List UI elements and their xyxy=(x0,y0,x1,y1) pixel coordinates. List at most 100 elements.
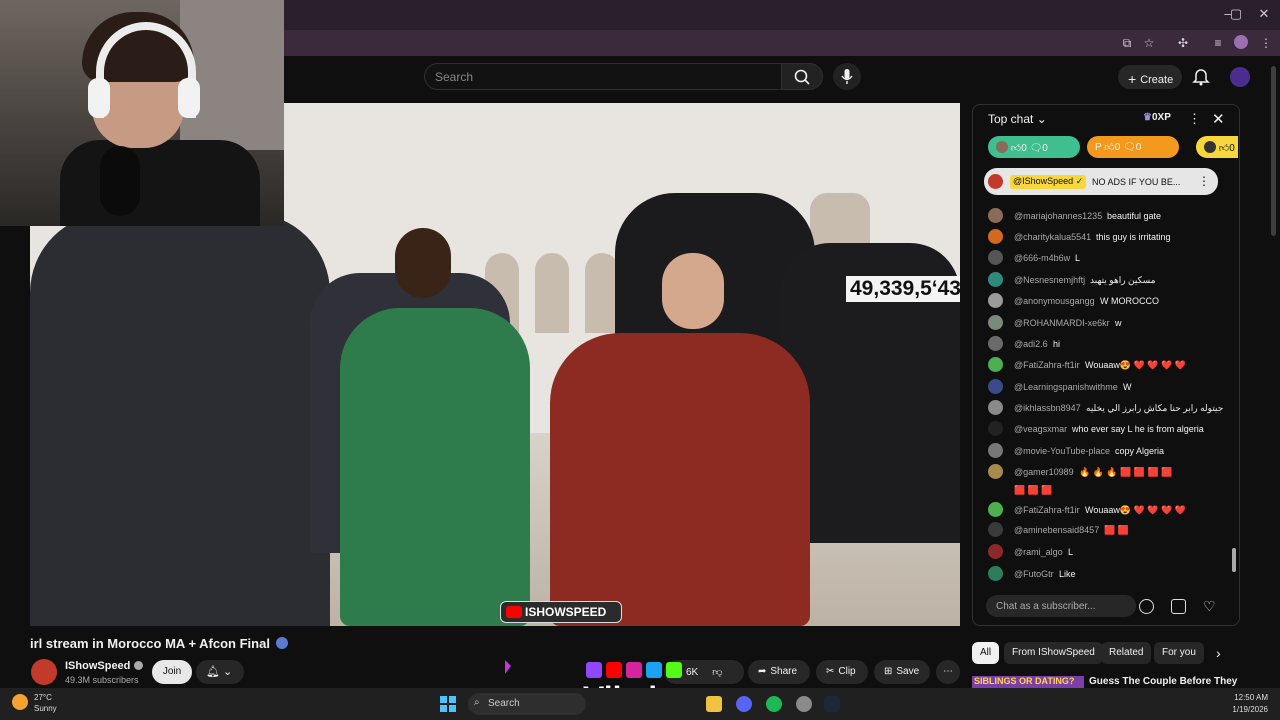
extensions-icon[interactable]: ✣ xyxy=(1175,35,1191,51)
chat-avatar[interactable] xyxy=(988,208,1003,223)
chat-author[interactable]: @Nesnesnemjhftj xyxy=(1014,274,1085,286)
chat-author[interactable]: @FatiZahra-ft1ir xyxy=(1014,504,1080,516)
clip-button[interactable]: ✂ Clip xyxy=(816,660,868,684)
super-chat-icon[interactable] xyxy=(1171,599,1186,614)
chat-avatar[interactable] xyxy=(988,229,1003,244)
discord-icon[interactable] xyxy=(736,696,752,712)
chip-for-you[interactable]: For you xyxy=(1154,642,1204,664)
notifications-button[interactable] xyxy=(1192,66,1210,86)
taskbar-search[interactable]: ⌕ Search xyxy=(468,693,586,715)
chip-related[interactable]: Related xyxy=(1101,642,1152,664)
chat-input[interactable]: Chat as a subscriber... xyxy=(986,595,1136,617)
chip-all[interactable]: All xyxy=(972,642,1000,664)
spotify-icon[interactable] xyxy=(766,696,782,712)
emoji-icon[interactable] xyxy=(1139,599,1154,614)
save-button[interactable]: ⊞ Save xyxy=(874,660,930,684)
chat-author[interactable]: @FutoGtr xyxy=(1014,568,1054,580)
cast-icon[interactable]: ⧉ xyxy=(1119,35,1135,51)
chat-message[interactable]: @ikhlassbn8947 جيتوله رابر حنا مكاش رابرز… xyxy=(984,400,1228,416)
chat-avatar[interactable] xyxy=(988,400,1003,415)
chat-author[interactable]: @FatiZahra-ft1ir xyxy=(1014,359,1080,371)
chat-avatar[interactable] xyxy=(988,421,1003,436)
chat-author[interactable]: @ROHANMARDI-xe6kr xyxy=(1014,317,1110,329)
github-icon[interactable] xyxy=(796,696,812,712)
weather-condition[interactable]: Sunny xyxy=(34,704,57,713)
chat-author[interactable]: @mariajohannes1235 xyxy=(1014,210,1102,222)
chat-message[interactable]: @FutoGtr Like xyxy=(984,566,1228,582)
account-avatar[interactable] xyxy=(1230,67,1250,87)
close-chat-icon[interactable]: ✕ xyxy=(1212,110,1225,128)
chat-message[interactable]: @mariajohannes1235 beautiful gate xyxy=(984,208,1228,224)
chat-avatar[interactable] xyxy=(988,357,1003,372)
chat-avatar[interactable] xyxy=(988,544,1003,559)
chat-message[interactable]: @rami_algo L xyxy=(984,544,1228,560)
chat-message[interactable]: @FatiZahra-ft1ir Wouaaw😍 ❤️ ❤️ ❤️ ❤️ xyxy=(984,357,1228,373)
recommendation-thumbnail[interactable]: SIBLINGS OR DATING? xyxy=(972,676,1084,688)
close-window-icon[interactable]: ✕ xyxy=(1254,6,1274,22)
file-explorer-icon[interactable] xyxy=(706,696,722,712)
chat-author[interactable]: @666-m4b6w xyxy=(1014,252,1070,264)
maximize-icon[interactable]: ▢ xyxy=(1226,6,1246,22)
taskbar-date[interactable]: 1/19/2026 xyxy=(1218,705,1268,714)
chat-author[interactable]: @veagsxmar xyxy=(1014,423,1067,435)
recommendation-title[interactable]: Guess The Couple Before They xyxy=(1089,676,1237,687)
chat-message[interactable]: @veagsxmar who ever say L he is from alge… xyxy=(984,421,1228,437)
chat-message[interactable]: @666-m4b6w L xyxy=(984,250,1228,266)
heart-icon[interactable]: ♡ xyxy=(1203,599,1218,614)
weather-temperature[interactable]: 27°C xyxy=(34,693,52,702)
chat-author[interactable]: @anonymousgangg xyxy=(1014,295,1095,307)
chat-avatar[interactable] xyxy=(988,315,1003,330)
bookmark-star-icon[interactable]: ☆ xyxy=(1141,35,1157,51)
chat-menu-icon[interactable]: ⋮ xyxy=(1188,111,1201,127)
reading-list-icon[interactable]: ≡ xyxy=(1210,35,1226,51)
chat-message[interactable]: @aminebensaid8457 🟥 🟥 xyxy=(984,522,1228,538)
chat-author[interactable]: @aminebensaid8457 xyxy=(1014,524,1099,536)
chat-scrollbar[interactable] xyxy=(1232,168,1236,586)
browser-menu-icon[interactable]: ⋮ xyxy=(1258,35,1274,51)
page-scrollbar[interactable] xyxy=(1270,56,1278,688)
chat-message[interactable]: @anonymousgangg W MOROCCO xyxy=(984,293,1228,309)
search-button[interactable] xyxy=(781,63,823,90)
chat-avatar[interactable] xyxy=(988,464,1003,479)
chat-message[interactable]: @Learningspanishwithme W xyxy=(984,379,1228,395)
engagement-pill[interactable]: P 👍︎0 🗨︎0 xyxy=(1087,136,1179,158)
chat-message[interactable]: @Nesnesnemjhftj مسكين راهو يتهبد xyxy=(984,272,1228,288)
notification-bell-button[interactable]: 🔔︎ ⌄ xyxy=(196,660,244,684)
chip-from-ishowspeed[interactable]: From IShowSpeed xyxy=(1004,642,1103,664)
scrollbar-thumb[interactable] xyxy=(1232,548,1236,572)
chat-author[interactable]: @adi2.6 xyxy=(1014,338,1048,350)
browser-profile-avatar[interactable] xyxy=(1234,35,1248,49)
chat-avatar[interactable] xyxy=(988,250,1003,265)
chat-avatar[interactable] xyxy=(988,566,1003,581)
chat-message[interactable]: @gamer10989 🔥 🔥 🔥 🟥 🟥 🟥 🟥 xyxy=(984,464,1228,480)
chat-author[interactable]: @ikhlassbn8947 xyxy=(1014,402,1081,414)
taskbar-time[interactable]: 12:50 AM xyxy=(1230,693,1268,702)
pinned-message[interactable]: @IShowSpeed ✓ NO ADS IF YOU BE... ⋮ xyxy=(984,168,1218,195)
chat-message[interactable]: @charitykalua5541 this guy is irritating xyxy=(984,229,1228,245)
chat-message[interactable]: @FatiZahra-ft1ir Wouaaw😍 ❤️ ❤️ ❤️ ❤️ xyxy=(984,502,1228,518)
chat-message[interactable]: 🟥 🟥 🟥 xyxy=(984,482,1228,498)
chat-avatar[interactable] xyxy=(988,379,1003,394)
search-input[interactable]: Search xyxy=(424,63,782,90)
page-scrollbar-thumb[interactable] xyxy=(1271,66,1276,236)
chat-avatar[interactable] xyxy=(988,522,1003,537)
create-button[interactable]: + Create xyxy=(1118,65,1182,89)
channel-name[interactable]: IShowSpeed xyxy=(65,660,144,672)
engagement-pill[interactable]: 👍︎0 🗨︎0 xyxy=(988,136,1080,158)
share-button[interactable]: ➦ Share xyxy=(748,660,810,684)
chat-message[interactable]: @adi2.6 hi xyxy=(984,336,1228,352)
steam-icon[interactable] xyxy=(824,696,840,712)
chat-avatar[interactable] xyxy=(988,443,1003,458)
windows-start-icon[interactable] xyxy=(440,696,456,712)
chat-message[interactable]: @ROHANMARDI-xe6kr w xyxy=(984,315,1228,331)
chat-avatar[interactable] xyxy=(988,272,1003,287)
chat-author[interactable]: @Learningspanishwithme xyxy=(1014,381,1118,393)
chat-message[interactable]: @movie-YouTube-place copy Algeria xyxy=(984,443,1228,459)
chevron-right-icon[interactable]: › xyxy=(1216,645,1221,661)
pinned-menu-icon[interactable]: ⋮ xyxy=(1198,174,1210,188)
join-button[interactable]: Join xyxy=(152,660,192,684)
chat-author[interactable]: @movie-YouTube-place xyxy=(1014,445,1110,457)
channel-avatar[interactable] xyxy=(31,659,57,685)
top-chat-dropdown[interactable]: Top chat ⌄ xyxy=(988,112,1047,126)
chat-author[interactable]: @gamer10989 xyxy=(1014,466,1074,478)
